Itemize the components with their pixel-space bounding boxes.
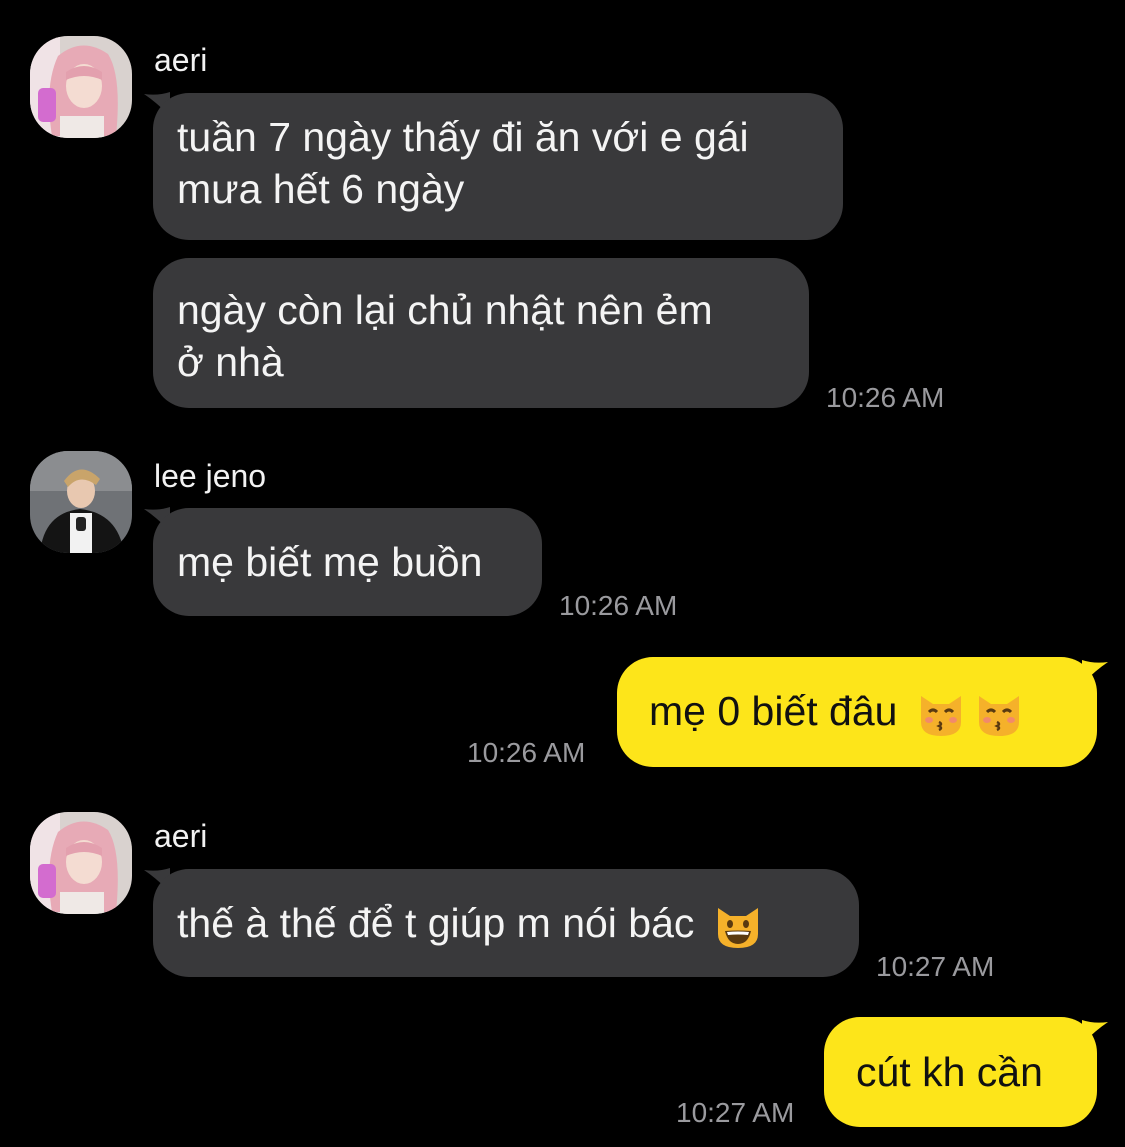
kissing-cat-icon <box>920 696 961 737</box>
timestamp: 10:27 AM <box>876 951 995 982</box>
sender-name: aeri <box>154 42 208 78</box>
message-bubble[interactable]: ngày còn lại chủ nhật nên ẻm ở nhà <box>153 258 809 408</box>
message-text: mẹ biết mẹ buồn <box>177 539 483 585</box>
message-text: ngày còn lại chủ nhật nên ẻm <box>177 287 713 333</box>
grinning-cat-icon <box>717 908 758 949</box>
message-bubble[interactable]: thế à thế để t giúp m nói bác <box>153 869 859 977</box>
message-text: mẹ 0 biết đâu <box>649 688 898 734</box>
message-text: thế à thế để t giúp m nói bác <box>177 900 695 946</box>
bubble-tail <box>1082 660 1108 684</box>
kissing-cat-icon <box>978 696 1019 737</box>
message-bubble[interactable]: tuần 7 ngày thấy đi ăn với e gái mưa hết… <box>153 93 843 240</box>
aeri-photo <box>30 812 132 914</box>
bubble-tail <box>1082 1020 1108 1044</box>
avatar-aeri[interactable] <box>30 812 132 914</box>
message-bubble[interactable]: mẹ biết mẹ buồn <box>153 508 542 616</box>
sender-name: aeri <box>154 818 208 854</box>
sender-name: lee jeno <box>154 458 267 494</box>
avatar-aeri[interactable] <box>30 36 132 138</box>
my-message-bubble[interactable]: cút kh cần <box>824 1017 1097 1127</box>
aeri-photo <box>30 36 132 138</box>
timestamp: 10:26 AM <box>826 382 945 413</box>
message-text: cút kh cần <box>856 1049 1043 1095</box>
message-text: tuần 7 ngày thấy đi ăn với e gái <box>177 114 749 160</box>
my-message-bubble[interactable]: mẹ 0 biết đâu <box>617 657 1097 767</box>
timestamp: 10:26 AM <box>559 590 678 621</box>
lee-jeno-photo <box>30 451 132 553</box>
avatar-lee-jeno[interactable] <box>30 451 132 553</box>
message-text: mưa hết 6 ngày <box>177 166 465 212</box>
timestamp: 10:26 AM <box>467 737 586 768</box>
timestamp: 10:27 AM <box>676 1097 795 1128</box>
message-text: ở nhà <box>177 339 284 385</box>
